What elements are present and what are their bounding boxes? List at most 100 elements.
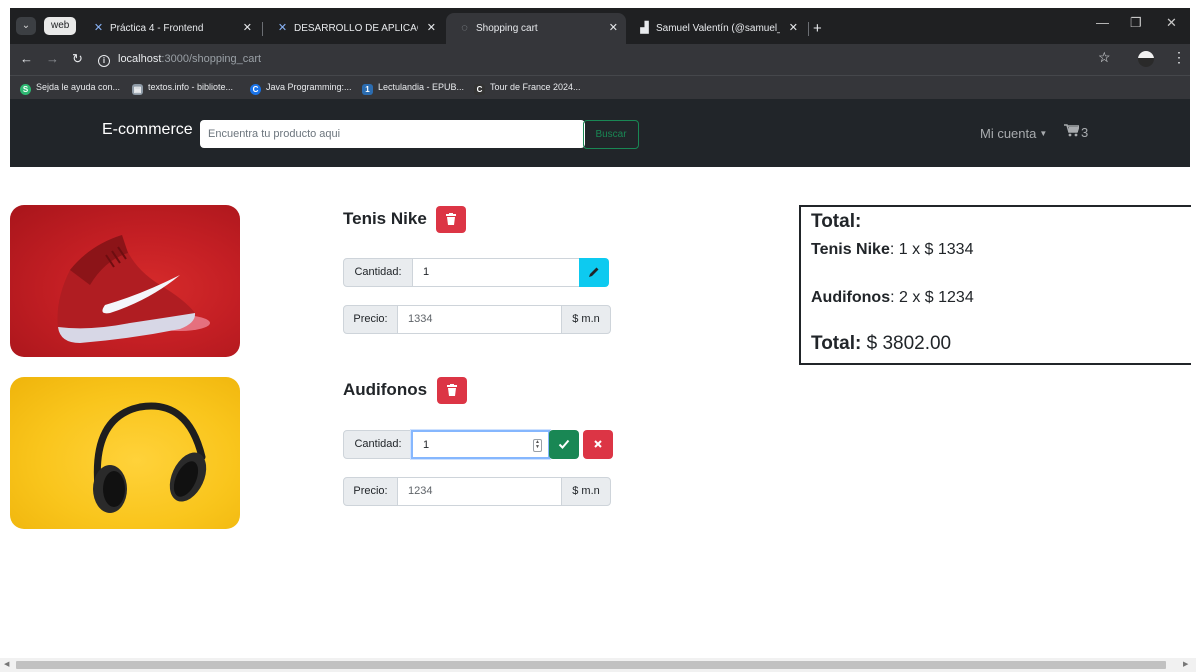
lectulandia-icon: 1	[362, 84, 373, 95]
course-favicon-icon: ✕	[93, 22, 104, 34]
price-field: 1234	[398, 477, 562, 506]
brand-link[interactable]: E-commerce	[102, 121, 193, 139]
quantity-label: Cantidad:	[343, 258, 413, 287]
minimize-icon[interactable]: —	[1096, 15, 1109, 30]
edit-quantity-button[interactable]	[579, 258, 609, 287]
confirm-quantity-button[interactable]	[549, 430, 579, 459]
restore-icon[interactable]: ❐	[1130, 15, 1142, 31]
close-tab-icon[interactable]: ✕	[789, 13, 798, 44]
summary-item-detail: 2 x $ 1234	[898, 289, 974, 306]
product-name: Tenis Nike	[343, 209, 427, 228]
product-image-tenis-nike	[10, 205, 240, 357]
grand-total: Total: $ 3802.00	[811, 333, 951, 355]
site-navbar: E-commerce Buscar Mi cuenta▼ 3	[10, 99, 1190, 167]
site-info-icon[interactable]: i	[98, 55, 110, 67]
tab-practica[interactable]: ✕ Práctica 4 - Frontend ✕	[80, 13, 260, 44]
remove-product-button[interactable]	[437, 377, 467, 404]
summary-line: Audifonos: 2 x $ 1234	[811, 289, 974, 306]
java-icon: C	[250, 84, 261, 95]
cart-link[interactable]: 3	[1064, 124, 1088, 140]
price-label: Precio:	[343, 477, 398, 506]
url-field[interactable]: i localhost:3000/shopping_cart	[98, 48, 1098, 71]
quantity-label: Cantidad:	[343, 430, 413, 459]
reload-icon[interactable]: ↻	[72, 50, 83, 68]
tab-title: DESARROLLO DE APLICACIONE	[294, 23, 418, 34]
close-tab-icon[interactable]: ✕	[243, 13, 252, 44]
bookmark-label: textos.info - bibliote...	[148, 82, 234, 92]
window-top-strip	[0, 0, 1196, 8]
bookmark-sejda[interactable]: S Sejda le ayuda con...	[20, 80, 120, 95]
new-tab-button[interactable]: +	[813, 13, 822, 44]
price-label: Precio:	[343, 305, 398, 334]
currency-label: $ m.n	[561, 477, 611, 506]
bookmark-textos[interactable]: ▤ textos.info - bibliote...	[132, 80, 233, 95]
cancel-quantity-button[interactable]	[583, 430, 613, 459]
pencil-icon	[589, 267, 599, 277]
summary-line: Tenis Nike: 1 x $ 1334	[811, 241, 974, 258]
account-label: Mi cuenta	[980, 126, 1037, 141]
tab-group-chip[interactable]: web	[44, 17, 77, 35]
textos-icon: ▤	[132, 84, 143, 95]
scroll-left-icon[interactable]: ◀	[4, 660, 9, 668]
tab-title: Práctica 4 - Frontend	[110, 23, 204, 34]
headphones-icon	[93, 402, 207, 513]
tab-samuel[interactable]: ▟ Samuel Valentín (@samuel_vale ✕	[626, 13, 806, 44]
account-dropdown[interactable]: Mi cuenta ▼	[980, 126, 1047, 141]
url-host: localhost	[118, 53, 162, 65]
address-bar: ← → ↻ i localhost:3000/shopping_cart ☆ ⋮	[10, 44, 1190, 75]
scroll-right-icon[interactable]: ▶	[1183, 660, 1188, 668]
tab-divider	[808, 22, 809, 36]
loading-favicon-icon: ◌	[461, 22, 468, 34]
order-summary: Total: Tenis Nike: 1 x $ 1334 Audifonos:…	[799, 205, 1191, 365]
stepper-arrows-icon[interactable]: ▲ ▼	[533, 439, 542, 452]
summary-heading: Total:	[811, 211, 862, 232]
bookmarks-bar: S Sejda le ayuda con... ▤ textos.info - bi…	[10, 75, 1190, 99]
close-window-icon[interactable]: ✕	[1166, 15, 1177, 31]
quantity-value: 1	[423, 439, 430, 451]
sejda-icon: S	[20, 84, 31, 95]
tab-desarrollo[interactable]: ✕ DESARROLLO DE APLICACIONE ✕	[264, 13, 444, 44]
bookmark-label: Lectulandia - EPUB...	[378, 82, 465, 92]
tab-divider	[262, 22, 263, 36]
bookmark-label: Java Programming:...	[266, 82, 352, 92]
x-icon	[594, 440, 602, 448]
remove-product-button[interactable]	[436, 206, 466, 233]
bookmark-lectulandia[interactable]: 1 Lectulandia - EPUB...	[362, 80, 464, 95]
grand-total-value: $ 3802.00	[866, 333, 952, 354]
tab-shopping-cart[interactable]: ◌ Shopping cart ✕	[446, 13, 626, 44]
price-field: 1334	[398, 305, 562, 334]
url-path: :3000/shopping_cart	[161, 53, 262, 65]
quantity-input[interactable]: 1 ▲ ▼	[411, 430, 550, 459]
trash-icon	[447, 384, 457, 396]
currency-label: $ m.n	[561, 305, 611, 334]
search-input[interactable]	[200, 120, 585, 148]
back-icon[interactable]: ←	[20, 50, 33, 68]
product-image-audifonos	[10, 377, 240, 529]
bookmark-java[interactable]: C Java Programming:...	[250, 80, 352, 95]
bookmark-label: Tour de France 2024...	[490, 82, 581, 92]
profile-favicon-icon: ▟	[640, 22, 649, 34]
quantity-field[interactable]: 1	[413, 258, 580, 287]
sneaker-icon	[57, 235, 210, 343]
profile-avatar[interactable]	[1138, 51, 1154, 67]
bookmark-star-icon[interactable]: ☆	[1098, 49, 1111, 66]
search-button[interactable]: Buscar	[583, 120, 639, 149]
product-name: Audifonos	[343, 380, 428, 399]
scrollbar-thumb[interactable]	[16, 661, 1166, 669]
horizontal-scrollbar[interactable]: ◀ ▶	[0, 658, 1196, 672]
summary-item-name: Tenis Nike	[811, 241, 890, 258]
trash-icon	[446, 213, 456, 225]
more-menu-icon[interactable]: ⋮	[1172, 49, 1186, 66]
cart-count: 3	[1081, 125, 1089, 140]
tab-search-icon[interactable]: ⌄	[16, 17, 36, 35]
bookmark-tour[interactable]: C Tour de France 2024...	[474, 80, 581, 95]
summary-item-detail: 1 x $ 1334	[898, 241, 974, 258]
summary-item-name: Audifonos	[811, 289, 891, 306]
tab-title: Shopping cart	[476, 23, 538, 34]
bookmark-label: Sejda le ayuda con...	[36, 82, 121, 92]
close-tab-icon[interactable]: ✕	[427, 13, 436, 44]
tour-icon: C	[474, 84, 485, 95]
tab-title: Samuel Valentín (@samuel_vale	[656, 23, 780, 34]
forward-icon[interactable]: →	[46, 50, 59, 68]
close-tab-icon[interactable]: ✕	[609, 13, 618, 44]
